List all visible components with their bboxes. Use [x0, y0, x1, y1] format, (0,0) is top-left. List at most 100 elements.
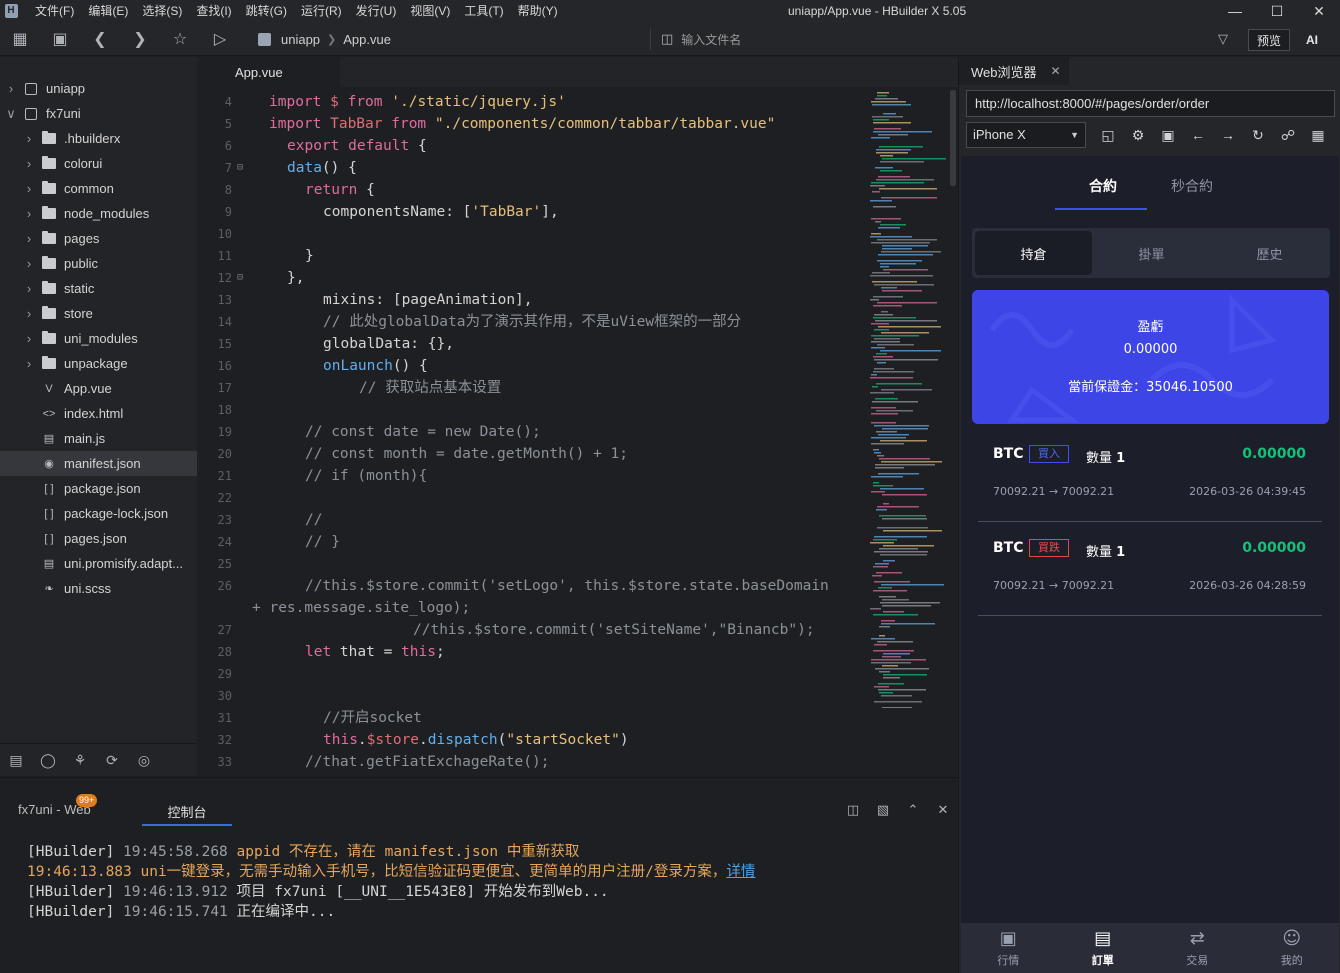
menu-item[interactable]: 选择(S) — [135, 0, 189, 22]
menu-item[interactable]: 跳转(G) — [239, 0, 294, 22]
menu-item[interactable]: 视图(V) — [403, 0, 457, 22]
tree-item[interactable]: › public — [0, 251, 197, 276]
tree-item[interactable]: › static — [0, 276, 197, 301]
tab-second-contract[interactable]: 秒合約 — [1171, 176, 1213, 196]
device-select[interactable]: iPhone X ▼ — [966, 122, 1086, 148]
chevron-right-icon[interactable]: › — [24, 331, 34, 346]
tree-item[interactable]: ◉ manifest.json — [0, 451, 197, 476]
chevron-right-icon[interactable]: › — [24, 356, 34, 371]
editor-scrollbar[interactable] — [950, 90, 956, 186]
back-arrow-icon[interactable]: ← — [1183, 127, 1213, 143]
minimap[interactable] — [868, 88, 950, 708]
tree-item[interactable]: [ ] pages.json — [0, 526, 197, 551]
tab-app-vue[interactable]: App.vue — [197, 57, 340, 87]
menu-item[interactable]: 文件(F) — [28, 0, 81, 22]
refresh-icon[interactable]: ↻ — [1243, 127, 1273, 144]
tree-item[interactable]: V App.vue — [0, 376, 197, 401]
details-link[interactable]: 详情 — [726, 864, 755, 880]
chevron-right-icon[interactable]: › — [24, 281, 34, 296]
tree-item[interactable]: › uni_modules — [0, 326, 197, 351]
menu-item[interactable]: 工具(T) — [457, 0, 510, 22]
breadcrumb-root[interactable]: uniapp — [281, 32, 320, 47]
minimap-line — [883, 560, 895, 562]
nav-item[interactable]: ▤ 訂單 — [1056, 923, 1151, 973]
favorite-star-icon[interactable]: ☆ — [160, 22, 200, 56]
back-icon[interactable]: ❮ — [80, 22, 120, 56]
fold-toggle-icon[interactable]: ⊟ — [237, 157, 247, 179]
tree-item[interactable]: ❧ uni.scss — [0, 576, 197, 601]
nav-item[interactable]: ⇄ 交易 — [1150, 923, 1245, 973]
menu-item[interactable]: 运行(R) — [294, 0, 349, 22]
tree-item[interactable]: ∨ fx7uni — [0, 101, 197, 126]
close-icon[interactable]: ✕ — [1298, 0, 1340, 22]
chevron-right-icon[interactable]: › — [24, 131, 34, 146]
order-item[interactable]: BTC 買跌 數量 1 0.00000 70092.21 → 70092.21 2026-… — [978, 528, 1322, 616]
filter-icon[interactable]: ▽ — [1212, 22, 1234, 56]
minimize-icon[interactable]: — — [1214, 0, 1256, 22]
order-item[interactable]: BTC 買入 數量 1 0.00000 70092.21 → 70092.21 2026-… — [978, 434, 1322, 522]
search-log-icon[interactable]: ◫ — [838, 802, 868, 818]
breadcrumb-separator-icon: ❯ — [327, 33, 337, 46]
chevron-right-icon[interactable]: › — [24, 181, 34, 196]
new-file-icon[interactable]: ▦ — [0, 22, 40, 56]
breadcrumb-file[interactable]: App.vue — [343, 32, 391, 47]
chevron-right-icon[interactable]: › — [24, 256, 34, 271]
collapse-up-icon[interactable]: ⌃ — [898, 802, 928, 818]
menu-item[interactable]: 查找(I) — [189, 0, 238, 22]
tree-item[interactable]: › pages — [0, 226, 197, 251]
menu-item[interactable]: 编辑(E) — [81, 0, 135, 22]
project-manager-icon[interactable]: ▤ — [0, 752, 32, 769]
tab-contract[interactable]: 合約 — [1089, 176, 1117, 196]
chevron-right-icon[interactable]: › — [24, 306, 34, 321]
chevron-right-icon[interactable]: › — [24, 206, 34, 221]
tree-item[interactable]: › store — [0, 301, 197, 326]
grid-icon[interactable]: ▦ — [1303, 127, 1333, 144]
tree-item[interactable]: ▤ main.js — [0, 426, 197, 451]
tree-item[interactable]: ▤ uni.promisify.adapt... — [0, 551, 197, 576]
menu-item[interactable]: 帮助(Y) — [511, 0, 565, 22]
git-icon[interactable]: ⟳ — [96, 752, 128, 769]
tree-item[interactable]: › node_modules — [0, 201, 197, 226]
chevron-right-icon[interactable]: › — [24, 231, 34, 246]
chevron-right-icon[interactable]: › — [6, 81, 16, 96]
segment-positions[interactable]: 持倉 — [975, 231, 1092, 275]
rotate-icon[interactable]: ◱ — [1093, 127, 1123, 144]
tree-item[interactable]: <> index.html — [0, 401, 197, 426]
tree-item[interactable]: › unpackage — [0, 351, 197, 376]
url-input[interactable]: http://localhost:8000/#/pages/order/orde… — [966, 90, 1335, 117]
tree-item[interactable]: [ ] package-lock.json — [0, 501, 197, 526]
plugin-icon[interactable]: ◎ — [128, 752, 160, 769]
settings-gear-icon[interactable]: ⚙ — [1123, 127, 1153, 144]
close-tab-icon[interactable]: ✕ — [1051, 64, 1061, 78]
run-icon[interactable]: ▷ — [200, 22, 240, 56]
chevron-right-icon[interactable]: › — [24, 156, 34, 171]
close-console-icon[interactable]: ✕ — [928, 802, 958, 818]
ai-button[interactable]: AI — [1298, 29, 1326, 51]
tree-item[interactable]: › colorui — [0, 151, 197, 176]
segment-pending-orders[interactable]: 掛單 — [1093, 231, 1210, 275]
code-editor[interactable]: 4 import $ from './static/jquery.js' 5 impo… — [197, 87, 958, 777]
tree-item[interactable]: › common — [0, 176, 197, 201]
chevron-down-icon[interactable]: ∨ — [6, 106, 16, 122]
tab-console[interactable]: 控制台 — [142, 796, 232, 826]
nav-item[interactable]: ☺ 我的 — [1245, 923, 1340, 973]
forward-icon[interactable]: ❯ — [120, 22, 160, 56]
binoculars-icon[interactable]: ◯ — [32, 752, 64, 769]
maximize-icon[interactable]: ☐ — [1256, 0, 1298, 22]
clear-console-icon[interactable]: ▧ — [868, 802, 898, 818]
file-search-input[interactable]: ◫ 输入文件名 — [650, 28, 1234, 50]
debug-bug-icon[interactable]: ⚘ — [64, 752, 96, 769]
tree-item[interactable]: › uniapp — [0, 76, 197, 101]
forward-arrow-icon[interactable]: → — [1213, 127, 1243, 143]
nav-item[interactable]: ▣ 行情 — [961, 923, 1056, 973]
lock-icon[interactable]: ☍ — [1273, 127, 1303, 144]
segment-history[interactable]: 歷史 — [1211, 231, 1328, 275]
fold-toggle-icon[interactable]: ⊟ — [237, 267, 247, 289]
tab-web-browser[interactable]: Web浏览器 ✕ — [959, 57, 1069, 85]
devtools-icon[interactable]: ▣ — [1153, 127, 1183, 144]
preview-button[interactable]: 预览 — [1248, 29, 1290, 51]
tree-item[interactable]: [ ] package.json — [0, 476, 197, 501]
save-icon[interactable]: ▣ — [40, 22, 80, 56]
tree-item[interactable]: › .hbuilderx — [0, 126, 197, 151]
menu-item[interactable]: 发行(U) — [349, 0, 404, 22]
